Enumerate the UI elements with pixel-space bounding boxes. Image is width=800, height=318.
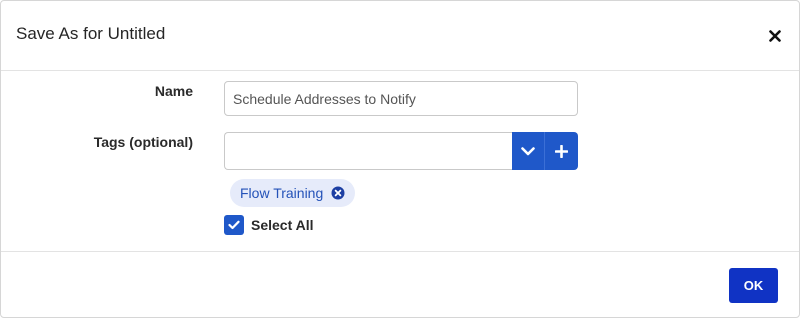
- tag-chip: Flow Training: [230, 179, 356, 207]
- remove-circle-icon: [331, 186, 345, 200]
- dialog-header: Save As for Untitled: [1, 1, 799, 71]
- close-icon: [769, 30, 781, 42]
- name-input[interactable]: [224, 81, 578, 116]
- select-all-row: Select All: [224, 215, 314, 235]
- close-button[interactable]: [765, 26, 785, 46]
- dialog-body: Name Tags (optional) Flow Training: [1, 72, 799, 252]
- tag-chip-label: Flow Training: [240, 185, 324, 201]
- plus-icon: [555, 144, 568, 158]
- chevron-down-icon: [521, 146, 535, 155]
- dialog-footer: OK: [1, 251, 799, 317]
- save-as-dialog: Save As for Untitled Name Tags (optional…: [0, 0, 800, 318]
- select-all-label: Select All: [251, 217, 314, 233]
- add-tag-button[interactable]: [545, 132, 578, 170]
- select-all-checkbox[interactable]: [224, 215, 244, 235]
- check-icon: [228, 220, 240, 230]
- tags-label: Tags (optional): [93, 134, 193, 150]
- ok-button[interactable]: OK: [729, 268, 778, 303]
- tag-remove-button[interactable]: [331, 186, 345, 200]
- tags-dropdown-button[interactable]: [512, 132, 545, 170]
- name-label: Name: [154, 83, 193, 99]
- dialog-title: Save As for Untitled: [16, 24, 166, 43]
- tags-input[interactable]: [224, 132, 513, 170]
